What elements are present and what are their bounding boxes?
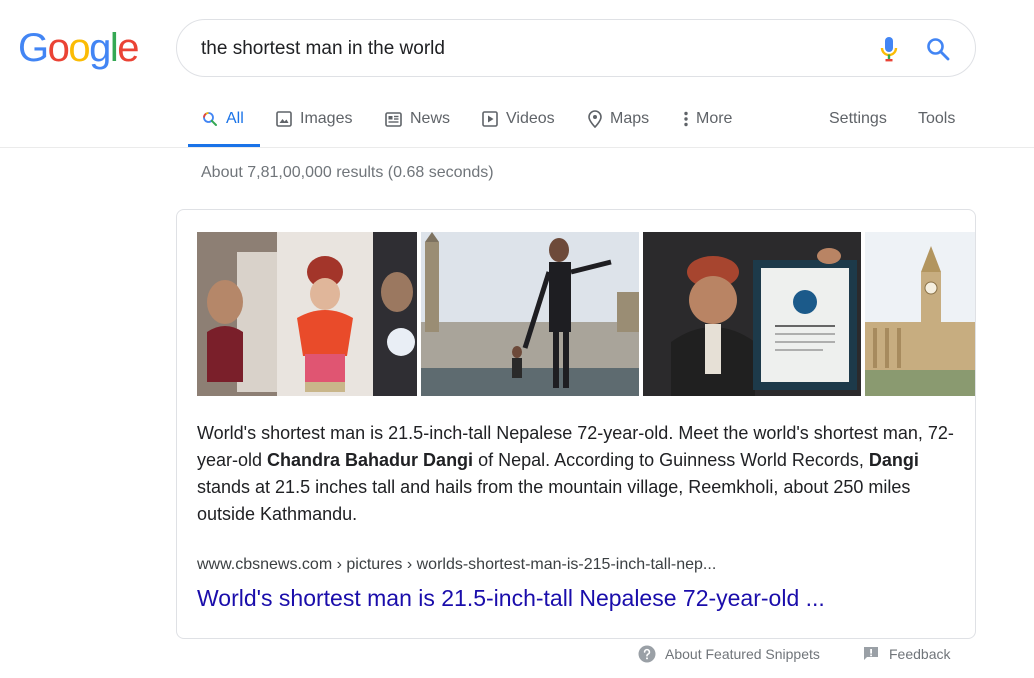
snippet-bold-text: Dangi	[868, 450, 919, 470]
snippet-bold-text: Chandra Bahadur Dangi	[267, 450, 474, 470]
feedback-icon	[864, 647, 878, 660]
tab-news[interactable]: News	[385, 100, 450, 147]
logo-letter: l	[109, 26, 119, 70]
about-snippets-label: About Featured Snippets	[665, 646, 820, 662]
image-strip	[197, 232, 975, 396]
result-title-link[interactable]: World's shortest man is 21.5-inch-tall N…	[197, 585, 825, 612]
search-input[interactable]	[201, 36, 841, 62]
tab-maps[interactable]: Maps	[588, 100, 649, 147]
settings-link[interactable]: Settings	[829, 100, 887, 147]
tab-label: More	[696, 110, 733, 127]
tab-label: News	[410, 110, 451, 127]
help-icon	[638, 645, 656, 663]
tab-more[interactable]: More	[684, 100, 732, 147]
tab-label: Maps	[610, 110, 650, 127]
video-icon	[482, 111, 498, 127]
settings-label: Settings	[829, 110, 887, 127]
tab-label: All	[226, 110, 244, 127]
tab-label: Images	[300, 110, 353, 127]
logo-letter: o	[47, 26, 70, 70]
snippet-image[interactable]	[197, 232, 417, 396]
search-icon	[203, 112, 217, 126]
search-tabs: All Images News Videos Maps More Setting…	[188, 100, 968, 147]
snippet-image[interactable]	[421, 232, 639, 396]
map-pin-icon	[588, 110, 602, 128]
search-box	[176, 19, 976, 77]
search-button[interactable]	[925, 36, 951, 62]
snippet-image[interactable]	[643, 232, 861, 396]
feedback-label: Feedback	[889, 646, 951, 662]
logo-letter: G	[18, 26, 49, 70]
microphone-icon	[880, 37, 898, 62]
more-vert-icon	[684, 111, 688, 127]
featured-snippet-card: World's shortest man is 21.5-inch-tall N…	[176, 209, 976, 639]
tabs-divider	[0, 147, 1034, 148]
tab-all[interactable]: All	[188, 100, 260, 147]
logo-letter: g	[89, 26, 111, 70]
result-stats: About 7,81,00,000 results (0.68 seconds)	[201, 164, 494, 181]
search-icon	[927, 38, 950, 61]
image-icon	[276, 111, 292, 127]
logo-letter: e	[117, 26, 139, 70]
tab-images[interactable]: Images	[276, 100, 352, 147]
news-icon	[385, 111, 402, 127]
result-url[interactable]: www.cbsnews.com › pictures › worlds-shor…	[197, 556, 716, 574]
snippet-image[interactable]	[865, 232, 975, 396]
google-logo[interactable]: Google	[18, 26, 139, 70]
tab-videos[interactable]: Videos	[482, 100, 555, 147]
tools-label: Tools	[918, 110, 956, 127]
voice-search-button[interactable]	[877, 35, 901, 63]
snippet-text-segment: of Nepal. According to Guinness World Re…	[473, 450, 869, 470]
snippet-text-segment: stands at 21.5 inches tall and hails fro…	[197, 477, 911, 524]
tab-label: Videos	[506, 110, 555, 127]
about-snippets-link[interactable]: About Featured Snippets	[638, 645, 820, 663]
snippet-text: World's shortest man is 21.5-inch-tall N…	[197, 420, 967, 528]
logo-letter: o	[68, 26, 90, 70]
feedback-link[interactable]: Feedback	[862, 645, 950, 663]
tools-link[interactable]: Tools	[918, 100, 955, 147]
